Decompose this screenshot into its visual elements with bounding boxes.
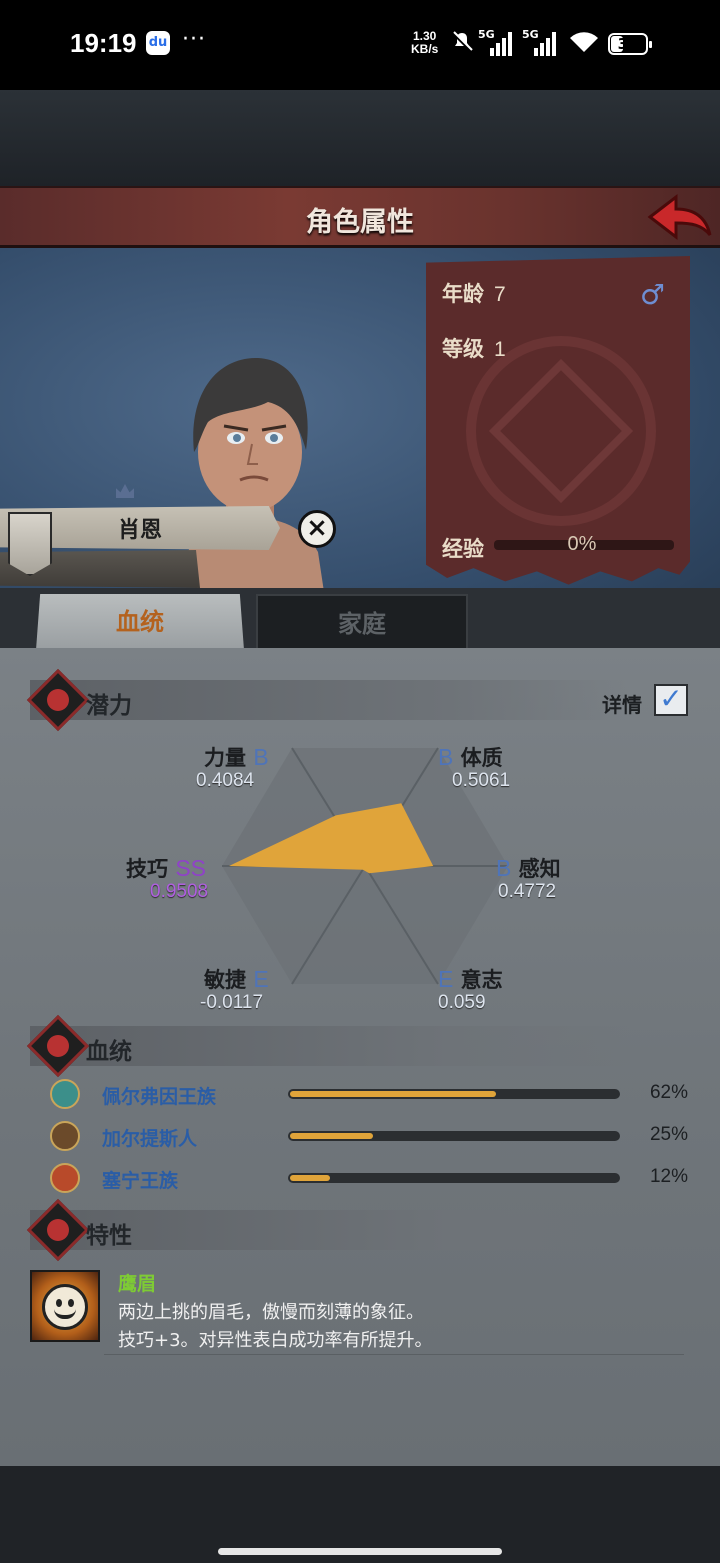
- battery-icon: 30: [608, 33, 652, 55]
- stat-strength-name: 力量: [204, 746, 246, 770]
- battery-level: 30: [617, 35, 639, 53]
- network-speed: 1.30 KB/s: [411, 30, 438, 56]
- back-arrow-icon[interactable]: [646, 193, 712, 241]
- stat-constitution: B 体质: [438, 742, 503, 772]
- bloodline-bar-fill: [290, 1175, 330, 1181]
- shield-icon[interactable]: [8, 512, 52, 576]
- detail-label: 详情: [602, 693, 642, 717]
- stat-agility-value: -0.0117: [200, 992, 264, 1013]
- bloodline-name: 加尔提斯人: [102, 1128, 198, 1150]
- mute-icon: [450, 30, 474, 60]
- stat-will-value: 0.059: [438, 992, 486, 1013]
- divider: [104, 1354, 684, 1355]
- more-notifications-icon: ···: [182, 27, 206, 52]
- age-label: 年龄: [442, 282, 484, 306]
- stat-agility: 敏捷 E: [204, 964, 269, 994]
- tab-bloodline[interactable]: 血统: [36, 594, 244, 650]
- stat-perception: B 感知: [496, 853, 561, 883]
- exp-value: 0%: [567, 533, 597, 555]
- stat-perception-grade: B: [496, 855, 512, 881]
- level-label: 等级: [442, 337, 484, 361]
- status-bar: 19:19 du ··· 1.30 KB/s 5G 5G 30: [0, 0, 720, 90]
- signal-icon-1: 5G: [478, 28, 518, 56]
- trait-description-line1: 两边上挑的眉毛，傲慢而刻薄的象征。: [118, 1302, 424, 1323]
- stat-skill-name: 技巧: [126, 857, 168, 881]
- status-time: 19:19: [70, 28, 137, 58]
- network-speed-unit: KB/s: [411, 42, 439, 56]
- stat-agility-name: 敏捷: [204, 968, 246, 992]
- stat-skill-grade: SS: [175, 855, 206, 881]
- baidu-icon: du: [146, 31, 170, 55]
- trait-name: 鹰眉: [118, 1273, 157, 1295]
- bloodline-emblem-icon: [50, 1121, 80, 1151]
- bloodline-percent: 62%: [649, 1082, 688, 1103]
- stat-constitution-value: 0.5061: [452, 770, 511, 791]
- top-shade: [0, 90, 720, 188]
- bloodline-bar-fill: [290, 1133, 373, 1139]
- bloodline-percent: 12%: [649, 1166, 688, 1187]
- tab-family[interactable]: 家庭: [256, 594, 468, 650]
- potential-title: 潜力: [86, 693, 132, 719]
- exp-label: 经验: [442, 537, 484, 561]
- bloodline-bar-fill: [290, 1091, 496, 1097]
- stat-strength: 力量 B: [204, 742, 269, 772]
- trait-description-line2: 技巧+3。对异性表白成功率有所提升。: [118, 1330, 433, 1351]
- stat-skill: 技巧 SS: [126, 853, 206, 883]
- level-row: 等级 1: [442, 333, 506, 363]
- stat-strength-grade: B: [253, 744, 269, 770]
- page-title: 角色属性: [306, 207, 414, 238]
- bloodline-percent: 25%: [649, 1124, 688, 1145]
- stat-constitution-name: 体质: [460, 746, 503, 770]
- detail-checkbox[interactable]: ✓: [654, 684, 688, 716]
- stat-perception-name: 感知: [518, 857, 561, 881]
- male-gender-icon: ♂: [640, 278, 666, 311]
- bloodline-bar: [288, 1089, 620, 1099]
- close-icon[interactable]: ×: [298, 510, 336, 548]
- bloodline-name: 佩尔弗因王族: [102, 1086, 217, 1108]
- bloodline-emblem-icon: [50, 1079, 80, 1109]
- stat-will-name: 意志: [460, 968, 503, 992]
- stat-will-grade: E: [438, 966, 454, 992]
- bloodline-name: 塞宁王族: [102, 1170, 179, 1192]
- home-indicator[interactable]: [218, 1548, 502, 1555]
- wifi-icon: [568, 30, 600, 54]
- bloodline-bar: [288, 1173, 620, 1183]
- stat-skill-value: 0.9508: [150, 881, 209, 902]
- bloodline-title: 血统: [86, 1039, 132, 1065]
- traits-title: 特性: [86, 1223, 132, 1249]
- signal-1-label: 5G: [478, 28, 495, 41]
- stat-agility-grade: E: [253, 966, 269, 992]
- age-row: 年龄 7: [442, 278, 506, 308]
- age-value: 7: [494, 283, 506, 306]
- stat-will: E 意志: [438, 964, 503, 994]
- signal-2-label: 5G: [522, 28, 539, 41]
- stat-constitution-grade: B: [438, 744, 454, 770]
- bloodline-bar: [288, 1131, 620, 1141]
- smiley-face-icon: [42, 1284, 88, 1330]
- stat-perception-value: 0.4772: [498, 881, 557, 902]
- level-value: 1: [494, 338, 506, 361]
- stat-strength-value: 0.4084: [196, 770, 255, 791]
- signal-icon-2: 5G: [522, 28, 562, 56]
- bloodline-emblem-icon: [50, 1163, 80, 1193]
